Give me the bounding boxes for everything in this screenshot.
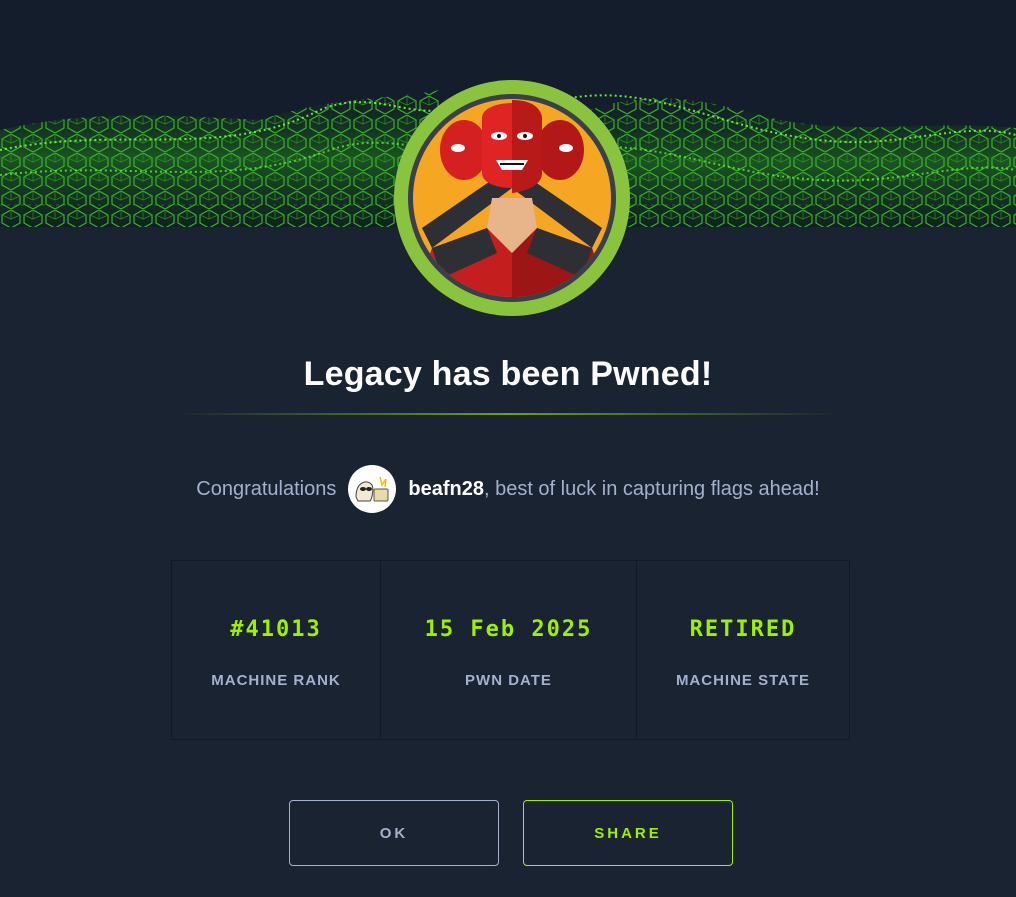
congrats-prefix: Congratulations xyxy=(196,477,337,500)
share-button[interactable]: SHARE xyxy=(523,800,733,866)
congrats-suffix: , best of luck in capturing flags ahead! xyxy=(483,477,820,500)
pwn-date-label: PWN DATE xyxy=(465,672,552,689)
pwn-date-value: 15 Feb 2025 xyxy=(424,617,593,642)
stat-machine-rank: #41013 MACHINE RANK xyxy=(172,561,381,739)
title-divider xyxy=(175,413,841,415)
congrats-message: Congratulations beafn28, best of luck in… xyxy=(0,464,1016,514)
username[interactable]: beafn28 xyxy=(408,478,484,501)
red-hero-icon xyxy=(394,80,630,316)
machine-avatar xyxy=(392,78,632,318)
machine-rank-label: MACHINE RANK xyxy=(211,672,341,689)
page-title: Legacy has been Pwned! xyxy=(303,355,713,393)
user-avatar-icon[interactable] xyxy=(348,465,397,513)
stat-machine-state: RETIRED MACHINE STATE xyxy=(637,561,849,739)
machine-state-label: MACHINE STATE xyxy=(675,672,811,689)
stats-panel: #41013 MACHINE RANK 15 Feb 2025 PWN DATE… xyxy=(171,560,850,740)
pwned-modal: Legacy has been Pwned! Congratulations b… xyxy=(0,0,1016,897)
machine-state-value: RETIRED xyxy=(689,617,797,642)
machine-rank-value: #41013 xyxy=(230,617,322,642)
ok-button[interactable]: OK xyxy=(289,800,499,866)
stat-pwn-date: 15 Feb 2025 PWN DATE xyxy=(381,561,637,739)
